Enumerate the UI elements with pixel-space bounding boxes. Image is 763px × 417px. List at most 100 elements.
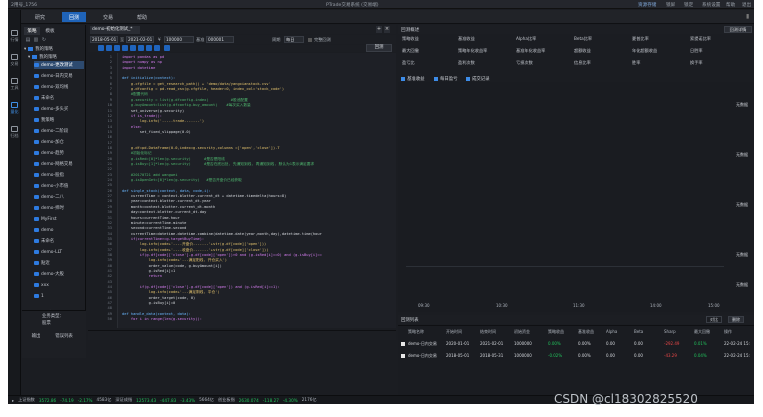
tree-item[interactable]: xxx [34, 281, 84, 289]
table-header[interactable]: 最大回撤 [694, 329, 710, 335]
table-header[interactable]: Beta [634, 329, 643, 334]
tree-item[interactable]: demo-日内交易 [34, 72, 84, 80]
tree-item[interactable]: demo-大股 [34, 270, 84, 278]
table-cell: -0.02% [548, 353, 563, 358]
menu-help[interactable]: 帮助 [130, 12, 154, 22]
tree-item[interactable]: 1 [34, 292, 84, 300]
full-backtest-checkbox[interactable]: 完整回测 [308, 36, 331, 43]
new-folder-icon[interactable]: ▥ [33, 37, 39, 43]
tree-item[interactable]: demo-趋势 [34, 149, 84, 157]
delete-button[interactable]: 删除 [728, 316, 744, 323]
menu-research[interactable]: 研究 [28, 12, 52, 22]
run-backtest-button[interactable]: 回测 [366, 44, 392, 52]
top-menu-settings[interactable]: 系统设置 [702, 2, 720, 8]
freq-select[interactable]: 每日 [284, 36, 304, 43]
tree-item[interactable]: demo-多头买 [34, 105, 84, 113]
code-line[interactable]: return [122, 274, 162, 279]
rail-quant[interactable]: 量化 [8, 98, 21, 118]
tree-item[interactable]: 未命名 [34, 94, 84, 102]
expand-icon[interactable]: ▸ [12, 398, 14, 403]
top-menu-help[interactable]: 帮助 [726, 2, 735, 8]
tree-item[interactable]: demo [34, 226, 84, 234]
table-cell[interactable]: 22-02-24 15: [724, 341, 750, 346]
top-menu-lock2[interactable]: 锁定 [684, 2, 693, 8]
tab-output[interactable]: 输出 [22, 333, 50, 341]
menu-trade[interactable]: 交易 [96, 12, 120, 22]
paste-icon[interactable] [122, 45, 128, 51]
tab-template[interactable]: 模板 [42, 27, 58, 35]
code-line[interactable]: import datetime [122, 66, 155, 71]
close-tab-icon[interactable]: × [384, 26, 390, 33]
file-icon [34, 294, 39, 298]
metric-label: 超额收益 [574, 48, 591, 53]
save-icon[interactable] [98, 45, 104, 51]
table-header[interactable]: 初始资金 [514, 329, 530, 335]
cut-icon[interactable] [130, 45, 136, 51]
refresh-icon[interactable]: ↻ [41, 37, 47, 43]
copy-icon[interactable] [114, 45, 120, 51]
table-header[interactable]: 基准收益 [578, 329, 594, 335]
code-line[interactable]: g.isBuy=[1]*len(g.security) #是否在底出处, 先通知… [122, 162, 314, 167]
rail-trade[interactable]: 交易 [8, 50, 21, 70]
tree-item[interactable]: demo-LLT [34, 248, 84, 256]
tab-errors[interactable]: 错误列表 [50, 333, 78, 341]
tree-item[interactable]: demo-小市值 [34, 182, 84, 190]
table-header[interactable]: 操作 [724, 329, 732, 335]
backtest-list-tab[interactable]: 回测列表 [401, 317, 419, 323]
start-date-input[interactable]: 2018-05-01 [90, 36, 118, 43]
table-cell[interactable]: 22-02-24 15: [724, 353, 750, 358]
menu-backtest[interactable]: 回测 [62, 12, 86, 22]
tree-item[interactable]: demo-双均线 [34, 83, 84, 91]
code-editor[interactable]: 1 2 3 4 5 6 7 8 9 10 11 12 13 14 15 16 17 18 19 20 21 22 23 24 2… [88, 53, 396, 328]
tree-item[interactable]: demo-股指 [34, 171, 84, 179]
code-line[interactable]: set_fixed_slippage(0.0) [122, 130, 191, 135]
backtest-detail-button[interactable]: 回测详情 [724, 26, 752, 33]
tree-item[interactable]: 未命名 [34, 237, 84, 245]
rail-quotes[interactable]: 行情 [8, 26, 21, 46]
save-as-icon[interactable] [106, 45, 112, 51]
editor-tab[interactable]: demo-初始化测试_* [90, 26, 140, 34]
left-rail: 行情 交易 工具 量化 归档 [8, 10, 21, 395]
format-icon[interactable] [164, 45, 170, 51]
tree-item[interactable]: demo-二八 [34, 193, 84, 201]
table-header[interactable]: Sharp [664, 329, 676, 334]
rail-archive[interactable]: 归档 [8, 122, 21, 142]
tree-item[interactable]: 我策略 [34, 116, 84, 124]
rail-tools[interactable]: 工具 [8, 74, 21, 94]
table-header[interactable]: 策略收益 [548, 329, 564, 335]
table-header[interactable]: 策略名称 [408, 329, 424, 335]
tab-strategy[interactable]: 策略 [24, 27, 40, 35]
tree-item[interactable]: 贴近 [34, 259, 84, 267]
redo-icon[interactable] [146, 45, 152, 51]
tree-item[interactable]: demo-网格交易 [34, 160, 84, 168]
capital-input[interactable]: 100000 [164, 36, 194, 43]
code-line[interactable]: g.isOpenGet=[0]*len(g.security) #是否开盘价已经… [122, 178, 242, 183]
undo-icon[interactable] [138, 45, 144, 51]
end-date-input[interactable]: 2021-02-01 [126, 36, 154, 43]
code-line[interactable]: for i in range(len(g.security)): [122, 317, 202, 322]
business-type-value[interactable]: 股票 [42, 320, 51, 326]
top-menu-lock[interactable]: 锁屏 [666, 2, 675, 8]
benchmark-input[interactable]: 000001 [206, 36, 234, 43]
compare-button[interactable]: 对比 [706, 316, 722, 323]
add-tab-icon[interactable]: + [376, 26, 382, 33]
tree-item[interactable]: demo-更改测试 [34, 61, 84, 69]
table-header[interactable]: 开始时间 [446, 329, 462, 335]
tree-root[interactable]: ▾ 我的策略 [24, 45, 53, 53]
archive-icon [11, 125, 18, 132]
tree-item[interactable]: MyFirst [34, 215, 84, 223]
table-header[interactable]: 结束时间 [480, 329, 496, 335]
row-checkbox[interactable] [401, 354, 405, 358]
settings-icon[interactable] [154, 45, 160, 51]
tree-item[interactable]: demo-加仓 [34, 138, 84, 146]
new-file-icon[interactable]: ▤ [25, 37, 31, 43]
top-menu-exit[interactable]: 退出 [742, 2, 751, 8]
tree-item[interactable]: demo-择时 [34, 204, 84, 212]
tree-group[interactable]: ▾ 我的策略 [28, 53, 57, 61]
row-checkbox[interactable] [401, 342, 405, 346]
tree-item[interactable]: demo-二阶段 [34, 127, 84, 135]
table-header[interactable]: Alpha [606, 329, 617, 334]
side-tab-icon[interactable]: ▮ [746, 13, 752, 21]
code-line[interactable]: g.isBuy[i]=0 [122, 301, 176, 306]
top-menu-storage[interactable]: 资源存储 [638, 2, 656, 8]
